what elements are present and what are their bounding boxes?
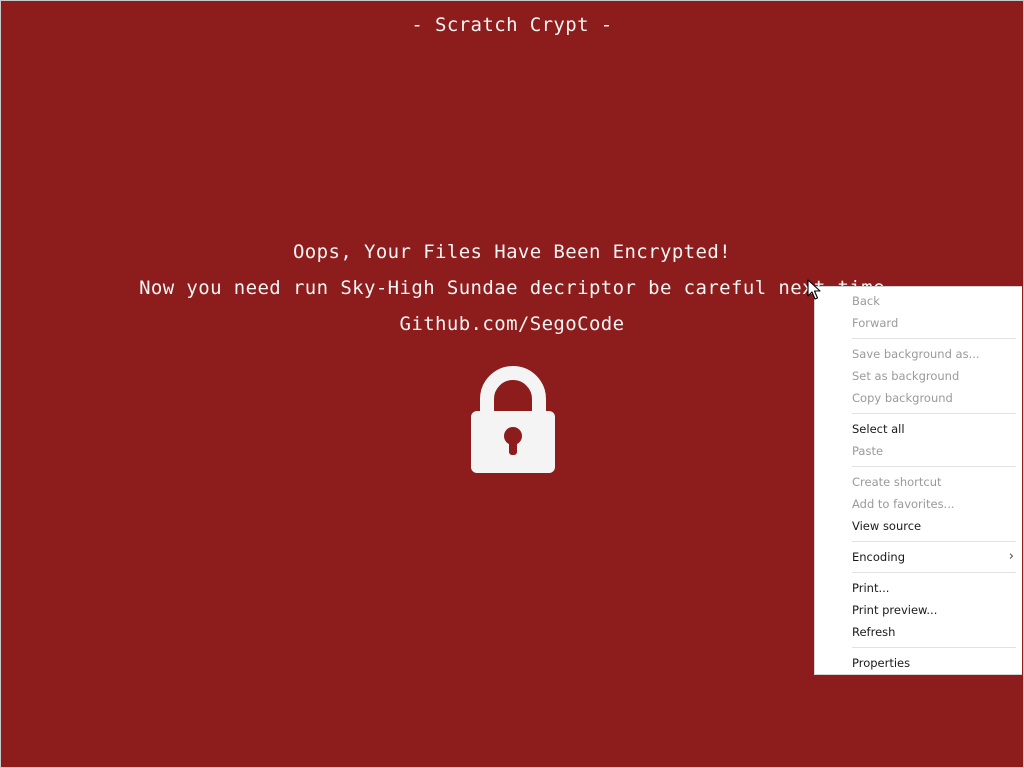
mouse-pointer-icon — [807, 279, 821, 300]
padlock-icon — [471, 366, 555, 473]
menu-item-create-shortcut[interactable]: Create shortcut — [852, 472, 1014, 492]
menu-item-back[interactable]: Back — [852, 291, 1014, 311]
menu-item-forward[interactable]: Forward — [852, 313, 1014, 333]
menu-item-add-favorites[interactable]: Add to favorites... — [852, 494, 1014, 514]
menu-item-view-source[interactable]: View source — [852, 516, 1014, 536]
menu-item-encoding-label: Encoding — [852, 550, 905, 564]
menu-item-print[interactable]: Print... — [852, 578, 1014, 598]
ransom-headline: Oops, Your Files Have Been Encrypted! — [292, 241, 732, 263]
context-menu: Back Forward Save background as... Set a… — [814, 286, 1022, 675]
menu-separator — [852, 338, 1016, 339]
menu-item-refresh[interactable]: Refresh — [852, 622, 1014, 642]
menu-item-properties[interactable]: Properties — [852, 653, 1014, 673]
menu-item-select-all[interactable]: Select all — [852, 419, 1014, 439]
menu-item-print-preview[interactable]: Print preview... — [852, 600, 1014, 620]
chevron-right-icon: › — [1008, 549, 1014, 564]
menu-separator — [852, 541, 1016, 542]
menu-item-paste[interactable]: Paste — [852, 441, 1014, 461]
page-title: - Scratch Crypt - — [411, 14, 613, 36]
menu-item-copy-background[interactable]: Copy background — [852, 388, 1014, 408]
menu-item-save-background[interactable]: Save background as... — [852, 344, 1014, 364]
menu-separator — [852, 647, 1016, 648]
menu-separator — [852, 466, 1016, 467]
menu-separator — [852, 413, 1016, 414]
menu-item-encoding[interactable]: Encoding › — [852, 547, 1014, 567]
menu-separator — [852, 572, 1016, 573]
menu-item-set-background[interactable]: Set as background — [852, 366, 1014, 386]
